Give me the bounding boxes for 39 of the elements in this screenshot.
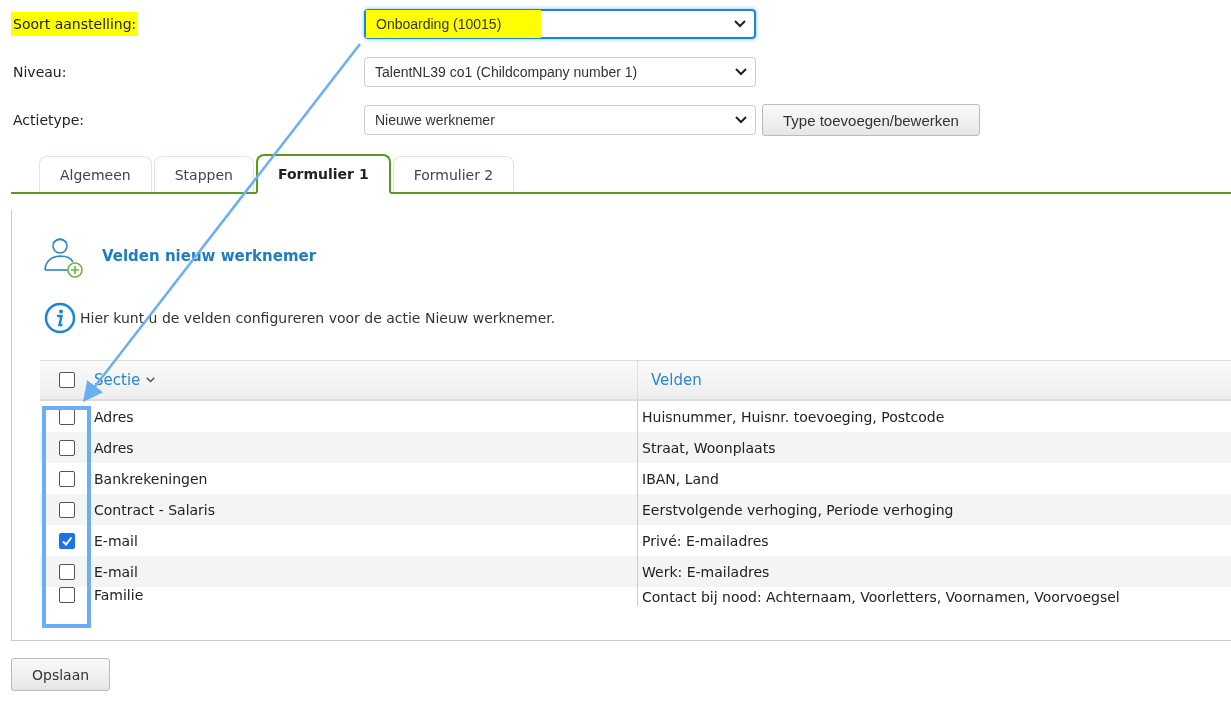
sort-caret-icon bbox=[146, 377, 156, 383]
table-cell: Werk: E-mailadres bbox=[642, 563, 770, 580]
dropdown[interactable]: Onboarding (10015) bbox=[364, 9, 756, 39]
table-cell: IBAN, Land bbox=[642, 470, 719, 487]
table-cell: Adres bbox=[94, 439, 134, 456]
table-cell: Familie bbox=[94, 587, 144, 603]
table-cell: Contract - Salaris bbox=[94, 501, 216, 518]
field-label: Actietype: bbox=[12, 111, 85, 130]
add-type-button[interactable]: Type toevoegen/bewerken bbox=[762, 104, 980, 136]
tab[interactable]: Formulier 1 bbox=[255, 154, 391, 194]
row-checkbox[interactable] bbox=[59, 563, 75, 580]
table-cell: E-mail bbox=[94, 532, 138, 549]
field-label: Niveau: bbox=[12, 63, 68, 82]
tab[interactable]: Stappen bbox=[153, 156, 254, 192]
tab[interactable]: Formulier 2 bbox=[392, 156, 515, 192]
dropdown[interactable]: TalentNL39 co1 (Childcompany number 1) bbox=[364, 57, 756, 87]
row-checkbox[interactable] bbox=[59, 439, 75, 456]
row-checkbox[interactable] bbox=[59, 470, 75, 487]
row-checkbox[interactable] bbox=[59, 532, 75, 549]
row-checkbox[interactable] bbox=[59, 587, 75, 603]
caret-icon bbox=[735, 116, 747, 124]
row-checkbox[interactable] bbox=[59, 501, 75, 518]
tab[interactable]: Algemeen bbox=[39, 156, 152, 192]
column-header[interactable]: Velden bbox=[651, 371, 702, 389]
info-icon bbox=[44, 302, 76, 334]
table-cell: E-mail bbox=[94, 563, 138, 580]
caret-icon bbox=[734, 20, 746, 28]
save-button[interactable]: Opslaan bbox=[11, 658, 111, 691]
table-cell: Bankrekeningen bbox=[94, 470, 208, 487]
table-cell: Straat, Woonplaats bbox=[642, 439, 776, 456]
table-cell: Eerstvolgende verhoging, Periode verhoging bbox=[642, 501, 954, 518]
dropdown[interactable]: Nieuwe werknemer bbox=[364, 105, 756, 135]
table-cell: Adres bbox=[94, 408, 134, 425]
select-all-checkbox[interactable] bbox=[59, 372, 75, 388]
field-label: Soort aanstelling: bbox=[11, 12, 139, 36]
table-cell: Huisnummer, Huisnr. toevoeging, Postcode bbox=[642, 408, 945, 425]
table-cell: Contact bij nood: Achternaam, Voorletters, Voornamen, Voorvoegsel bbox=[642, 588, 1120, 605]
caret-icon bbox=[735, 68, 747, 76]
table-cell: Privé: E-mailadres bbox=[642, 532, 769, 549]
